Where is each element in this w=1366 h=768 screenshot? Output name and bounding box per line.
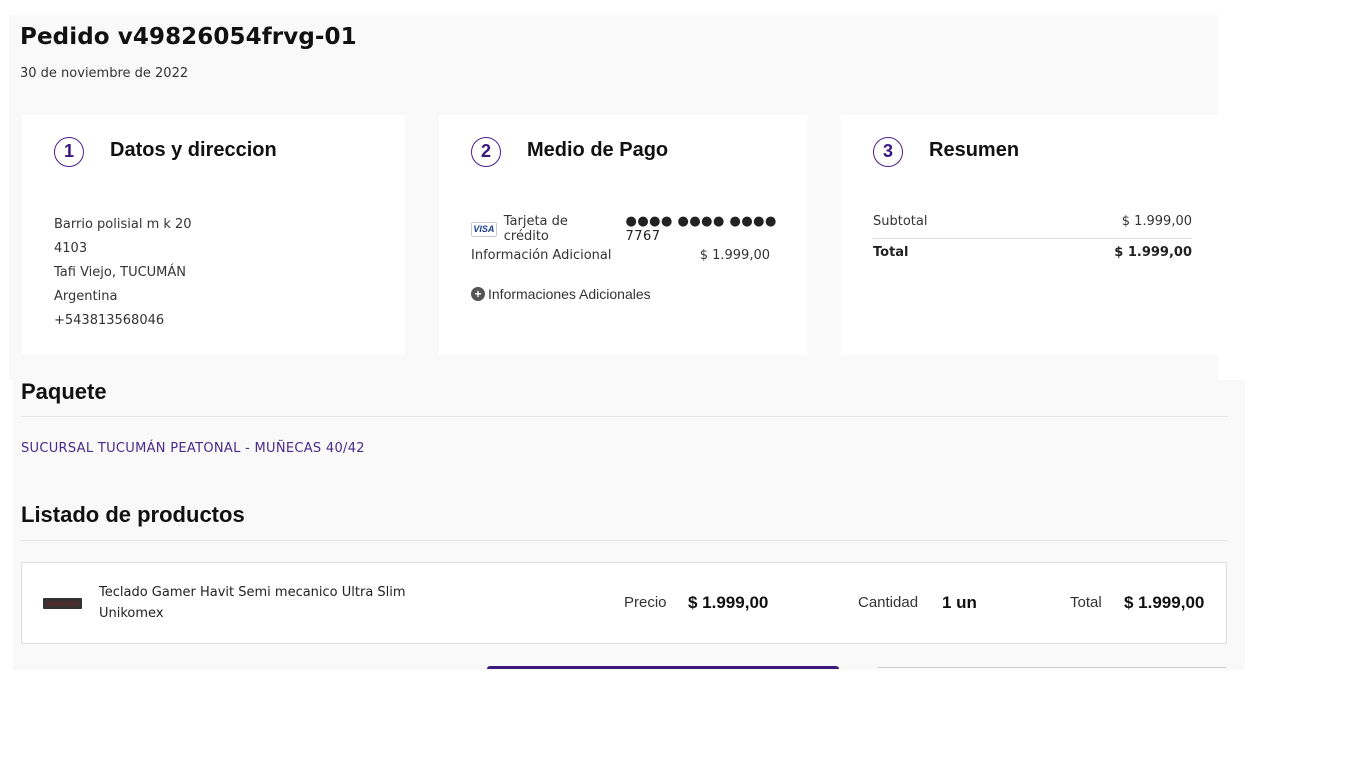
payment-card-title: Medio de Pago xyxy=(527,139,669,161)
step-number-2: 2 xyxy=(471,137,501,167)
total-label: Total xyxy=(873,245,909,260)
plus-circle-icon: + xyxy=(471,287,485,301)
payment-info-amount: $ 1.999,00 xyxy=(699,248,770,263)
summary-card: 3 Resumen Subtotal $ 1.999,00 Total $ 1.… xyxy=(841,115,1218,355)
product-info: Teclado Gamer Havit Semi mecanico Ultra … xyxy=(99,582,439,624)
secondary-button-edge[interactable] xyxy=(877,667,1226,668)
address-phone: +543813568046 xyxy=(54,313,165,328)
order-date: 30 de noviembre de 2022 xyxy=(20,66,189,81)
payment-info-row: Información Adicional xyxy=(471,248,612,263)
payment-card: 2 Medio de Pago VISA Tarjeta de crédito … xyxy=(439,115,807,355)
product-seller: Unikomex xyxy=(99,606,164,621)
package-title: Paquete xyxy=(21,379,107,404)
card-number-masked: ●●●● ●●●● ●●●● 7767 xyxy=(625,214,777,244)
products-divider xyxy=(21,540,1228,541)
order-title: Pedido v49826054frvg-01 xyxy=(20,24,357,50)
address-card-title: Datos y direccion xyxy=(110,139,277,161)
address-city: Tafi Viejo, TUCUMÁN xyxy=(54,265,187,280)
summary-subtotal-row: Subtotal $ 1.999,00 xyxy=(873,214,1192,229)
product-quantity: 1 un xyxy=(942,593,977,612)
product-total-label: Total xyxy=(1070,594,1102,611)
pickup-branch: SUCURSAL TUCUMÁN PEATONAL - MUÑECAS 40/4… xyxy=(21,441,365,456)
payment-method-label: Tarjeta de crédito xyxy=(503,214,568,244)
address-block: Barrio polisial m k 20 4103 Tafi Viejo, … xyxy=(54,213,192,333)
product-price: $ 1.999,00 xyxy=(688,593,769,612)
payment-method-row: VISA Tarjeta de crédito ●●●● ●●●● ●●●● 7… xyxy=(471,214,807,244)
quantity-label: Cantidad xyxy=(858,594,919,611)
more-info-label: Informaciones Adicionales xyxy=(488,286,651,302)
summary-total-row: Total $ 1.999,00 xyxy=(873,245,1192,260)
address-postal-code: 4103 xyxy=(54,241,88,256)
product-name: Teclado Gamer Havit Semi mecanico Ultra … xyxy=(99,585,406,600)
summary-card-title: Resumen xyxy=(929,139,1020,161)
total-value: $ 1.999,00 xyxy=(1114,245,1192,260)
visa-card-icon: VISA xyxy=(471,221,497,237)
products-title: Listado de productos xyxy=(21,502,245,527)
primary-button-edge[interactable] xyxy=(487,666,839,669)
step-number-3: 3 xyxy=(873,137,903,167)
subtotal-value: $ 1.999,00 xyxy=(1121,214,1192,229)
product-total: $ 1.999,00 xyxy=(1124,593,1205,612)
address-country: Argentina xyxy=(54,289,118,304)
package-divider xyxy=(21,416,1228,417)
step-number-1: 1 xyxy=(54,137,84,167)
address-street: Barrio polisial m k 20 xyxy=(54,217,192,232)
product-thumbnail xyxy=(43,598,82,609)
product-row: Teclado Gamer Havit Semi mecanico Ultra … xyxy=(21,562,1227,644)
price-label: Precio xyxy=(624,594,667,611)
payment-info-label: Información Adicional xyxy=(471,248,612,263)
more-info-toggle[interactable]: + Informaciones Adicionales xyxy=(471,286,651,302)
subtotal-label: Subtotal xyxy=(873,214,928,229)
summary-divider xyxy=(873,238,1192,239)
address-card: 1 Datos y direccion Barrio polisial m k … xyxy=(22,115,405,355)
